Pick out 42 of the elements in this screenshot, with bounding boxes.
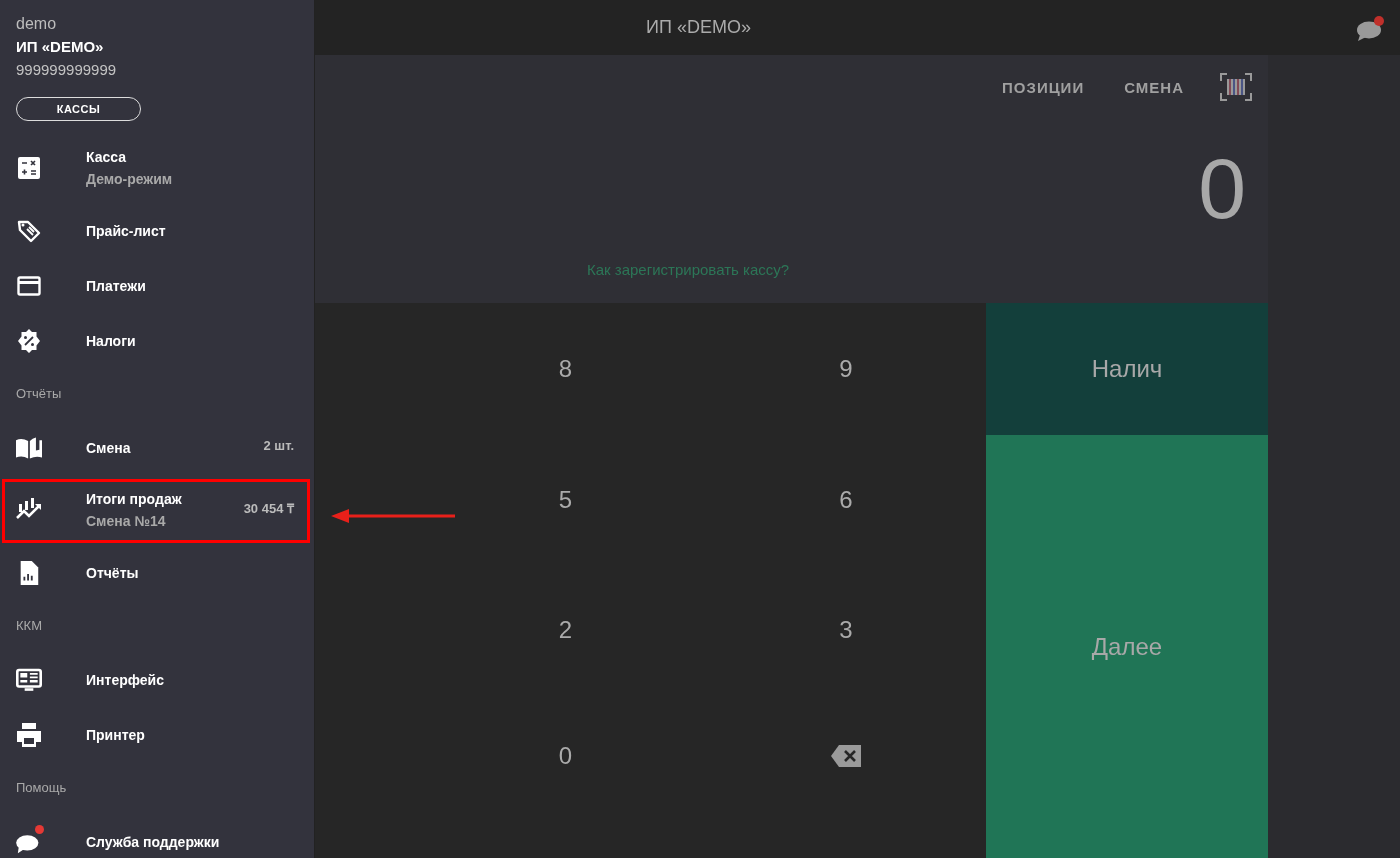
cash-button[interactable]: Налич (986, 303, 1268, 435)
menu-item-label[interactable]: Налоги (86, 329, 294, 352)
menu-item-value: 2 шт. (263, 438, 294, 453)
credit-card-icon (16, 273, 42, 298)
tax-id: 999999999999 (16, 60, 118, 80)
menu-item-label[interactable]: Смена (86, 436, 264, 459)
menu-item-label[interactable]: Касса (86, 146, 294, 168)
barcode-scan-icon[interactable] (1220, 73, 1252, 101)
menu-item-label[interactable]: Платежи (86, 274, 294, 297)
open-book-icon (16, 435, 42, 460)
menu-item-subtitle: Демо-режим (86, 170, 174, 189)
digit-key[interactable]: 8 (425, 303, 706, 435)
printer-icon (16, 722, 42, 747)
calculator-icon (16, 156, 42, 180)
tag-icon (16, 218, 42, 243)
toolbar-tab[interactable]: ПОЗИЦИИ (992, 78, 1095, 96)
digit-key[interactable]: 3 (706, 565, 986, 695)
digit-key[interactable]: 9 (706, 303, 986, 435)
menu-item-label[interactable]: Принтер (86, 723, 294, 746)
window-title: ИП «DEMO» (646, 17, 751, 38)
menu-item-label[interactable]: Итоги продаж (86, 488, 244, 510)
menu-item-subtitle: Смена №14 (86, 512, 167, 531)
section-header: ККМ (16, 617, 43, 635)
digit-key[interactable]: 5 (425, 435, 706, 565)
menu-item-value: 30 454 ₸ (243, 500, 294, 517)
menu-item-label[interactable]: Служба поддержки (86, 830, 294, 853)
digit-key[interactable]: 6 (706, 435, 986, 565)
menu-item-label[interactable]: Отчёты (86, 561, 294, 584)
section-header: Помощь (16, 779, 68, 797)
section-header: Отчёты (16, 385, 63, 403)
percent-badge-icon (16, 328, 42, 353)
monitor-icon (16, 667, 42, 692)
toolbar-tab[interactable]: СМЕНА (1114, 78, 1194, 96)
menu-item-label[interactable]: Прайс-лист (86, 219, 294, 242)
chat-bubble-icon[interactable] (1356, 13, 1386, 42)
digit-key[interactable]: 0 (425, 695, 706, 816)
login-name: demo (16, 14, 58, 34)
menu-item-label[interactable]: Интерфейс (86, 668, 294, 691)
digit-key[interactable]: 2 (425, 565, 706, 695)
backspace-icon (831, 744, 861, 767)
company-name: ИП «DEMO» (16, 37, 105, 57)
amount-display: 0 (1197, 143, 1247, 233)
